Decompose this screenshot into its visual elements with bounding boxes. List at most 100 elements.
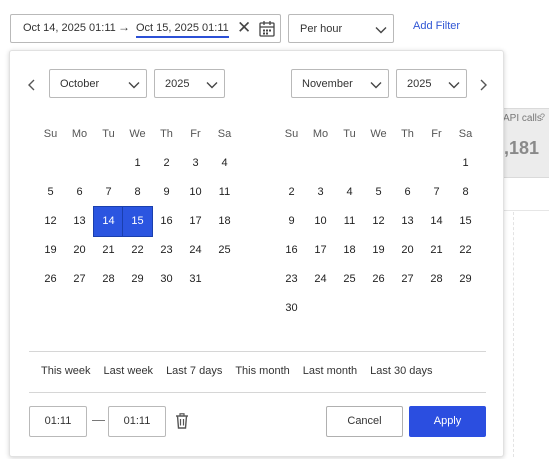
range-arrow-icon: → <box>118 20 130 34</box>
left-calendar-grid: Su Mo Tu We Th Fr Sa 1 2 3 4 5 6 7 8 9 10 11 12 13 14 15 16 17 1… <box>36 119 239 294</box>
calendar-icon[interactable] <box>259 20 275 37</box>
day-cell[interactable]: 22 <box>451 236 480 265</box>
day-cell[interactable]: 22 <box>123 236 152 265</box>
day-cell[interactable]: 16 <box>152 207 181 236</box>
date-range-field[interactable]: Oct 14, 2025 01:11 → Oct 15, 2025 01:11 … <box>10 14 281 43</box>
day-cell[interactable]: 12 <box>364 207 393 236</box>
day-cell[interactable]: 29 <box>451 265 480 294</box>
day-cell[interactable]: 24 <box>306 265 335 294</box>
day-cell[interactable]: 29 <box>123 265 152 294</box>
day-cell[interactable]: 6 <box>393 178 422 207</box>
day-cell[interactable]: 28 <box>94 265 123 294</box>
day-cell[interactable]: 26 <box>36 265 65 294</box>
preset-option[interactable]: Last 30 days <box>370 365 432 377</box>
day-cell[interactable]: 7 <box>422 178 451 207</box>
right-month-select[interactable]: November <box>291 69 389 98</box>
day-cell[interactable]: 15 <box>122 206 153 237</box>
interval-value: Per hour <box>300 23 343 35</box>
time-separator: — <box>92 412 105 427</box>
clear-range-icon[interactable]: ✕ <box>237 19 251 37</box>
chevron-down-icon <box>375 27 387 34</box>
day-cell[interactable]: 1 <box>123 149 152 178</box>
day-cell[interactable]: 16 <box>277 236 306 265</box>
day-cell[interactable]: 23 <box>152 236 181 265</box>
day-cell[interactable]: 13 <box>65 207 94 236</box>
next-month-icon[interactable] <box>477 79 489 91</box>
day-cell[interactable]: 24 <box>181 236 210 265</box>
day-cell[interactable]: 19 <box>36 236 65 265</box>
day-cell[interactable]: 30 <box>152 265 181 294</box>
day-cell[interactable]: 10 <box>181 178 210 207</box>
day-cell[interactable]: 3 <box>306 178 335 207</box>
prev-month-icon[interactable] <box>26 79 38 91</box>
day-cell[interactable]: 17 <box>306 236 335 265</box>
day-cell[interactable]: 17 <box>181 207 210 236</box>
day-cell[interactable]: 25 <box>335 265 364 294</box>
day-cell[interactable]: 27 <box>65 265 94 294</box>
day-cell[interactable]: 26 <box>364 265 393 294</box>
day-cell[interactable]: 20 <box>393 236 422 265</box>
day-cell[interactable]: 6 <box>65 178 94 207</box>
day-cell[interactable]: 11 <box>335 207 364 236</box>
day-cell[interactable]: 15 <box>451 207 480 236</box>
day-cell[interactable]: 9 <box>152 178 181 207</box>
day-cell[interactable]: 18 <box>210 207 239 236</box>
preset-option[interactable]: Last 7 days <box>166 365 222 377</box>
day-cell[interactable]: 31 <box>181 265 210 294</box>
day-cell[interactable]: 19 <box>364 236 393 265</box>
day-cell[interactable]: 11 <box>210 178 239 207</box>
day-cell[interactable]: 2 <box>152 149 181 178</box>
day-cell[interactable]: 8 <box>451 178 480 207</box>
day-cell[interactable]: 18 <box>335 236 364 265</box>
day-cell[interactable]: 28 <box>422 265 451 294</box>
day-cell[interactable]: 3 <box>181 149 210 178</box>
add-filter-link[interactable]: Add Filter <box>413 20 460 32</box>
day-cell[interactable]: 30 <box>277 294 306 323</box>
day-cell[interactable]: 25 <box>210 236 239 265</box>
right-year-select[interactable]: 2025 <box>396 69 467 98</box>
range-end-input[interactable]: Oct 15, 2025 01:11 <box>136 22 229 38</box>
day-cell[interactable]: 5 <box>364 178 393 207</box>
right-calendar-grid: Su Mo Tu We Th Fr Sa 1 2 3 4 5 6 7 8 9 10 11 12 13 14 15 16 17 1… <box>277 119 480 323</box>
week-row: 2345678 <box>277 178 480 207</box>
left-year-select[interactable]: 2025 <box>154 69 225 98</box>
day-cell[interactable]: 7 <box>94 178 123 207</box>
range-start-input[interactable]: Oct 14, 2025 01:11 <box>23 22 116 34</box>
day-cell[interactable]: 12 <box>36 207 65 236</box>
cancel-button[interactable]: Cancel <box>326 406 403 437</box>
day-cell[interactable]: 20 <box>65 236 94 265</box>
week-row: 5 6 7 8 9 10 11 <box>36 178 239 207</box>
left-month-select[interactable]: October <box>49 69 147 98</box>
interval-select[interactable]: Per hour <box>288 14 394 43</box>
start-time-input[interactable]: 01:11 <box>29 406 87 437</box>
day-cell[interactable]: 4 <box>335 178 364 207</box>
apply-button[interactable]: Apply <box>409 406 486 437</box>
day-cell[interactable]: 10 <box>306 207 335 236</box>
chevron-down-icon <box>448 82 460 89</box>
preset-option[interactable]: This week <box>41 365 91 377</box>
day-cell[interactable]: 4 <box>210 149 239 178</box>
weekday-label: Tu <box>343 128 356 140</box>
trash-icon[interactable] <box>175 413 189 429</box>
day-cell[interactable]: 2 <box>277 178 306 207</box>
end-time-input[interactable]: 01:11 <box>108 406 166 437</box>
day-cell[interactable]: 14 <box>93 206 124 237</box>
day-cell[interactable]: 13 <box>393 207 422 236</box>
weekday-label: Th <box>401 128 414 140</box>
preset-option[interactable]: This month <box>235 365 289 377</box>
day-cell[interactable]: 23 <box>277 265 306 294</box>
chevron-down-icon <box>370 82 382 89</box>
day-cell[interactable]: 5 <box>36 178 65 207</box>
day-cell[interactable]: 27 <box>393 265 422 294</box>
day-cell[interactable]: 14 <box>422 207 451 236</box>
background-gridline <box>513 212 514 457</box>
preset-option[interactable]: Last week <box>104 365 154 377</box>
weekday-label: Sa <box>217 128 232 140</box>
day-cell[interactable]: 21 <box>94 236 123 265</box>
preset-option[interactable]: Last month <box>303 365 357 377</box>
empty-day-cell <box>335 149 364 178</box>
day-cell[interactable]: 21 <box>422 236 451 265</box>
day-cell[interactable]: 9 <box>277 207 306 236</box>
day-cell[interactable]: 8 <box>123 178 152 207</box>
day-cell[interactable]: 1 <box>451 149 480 178</box>
